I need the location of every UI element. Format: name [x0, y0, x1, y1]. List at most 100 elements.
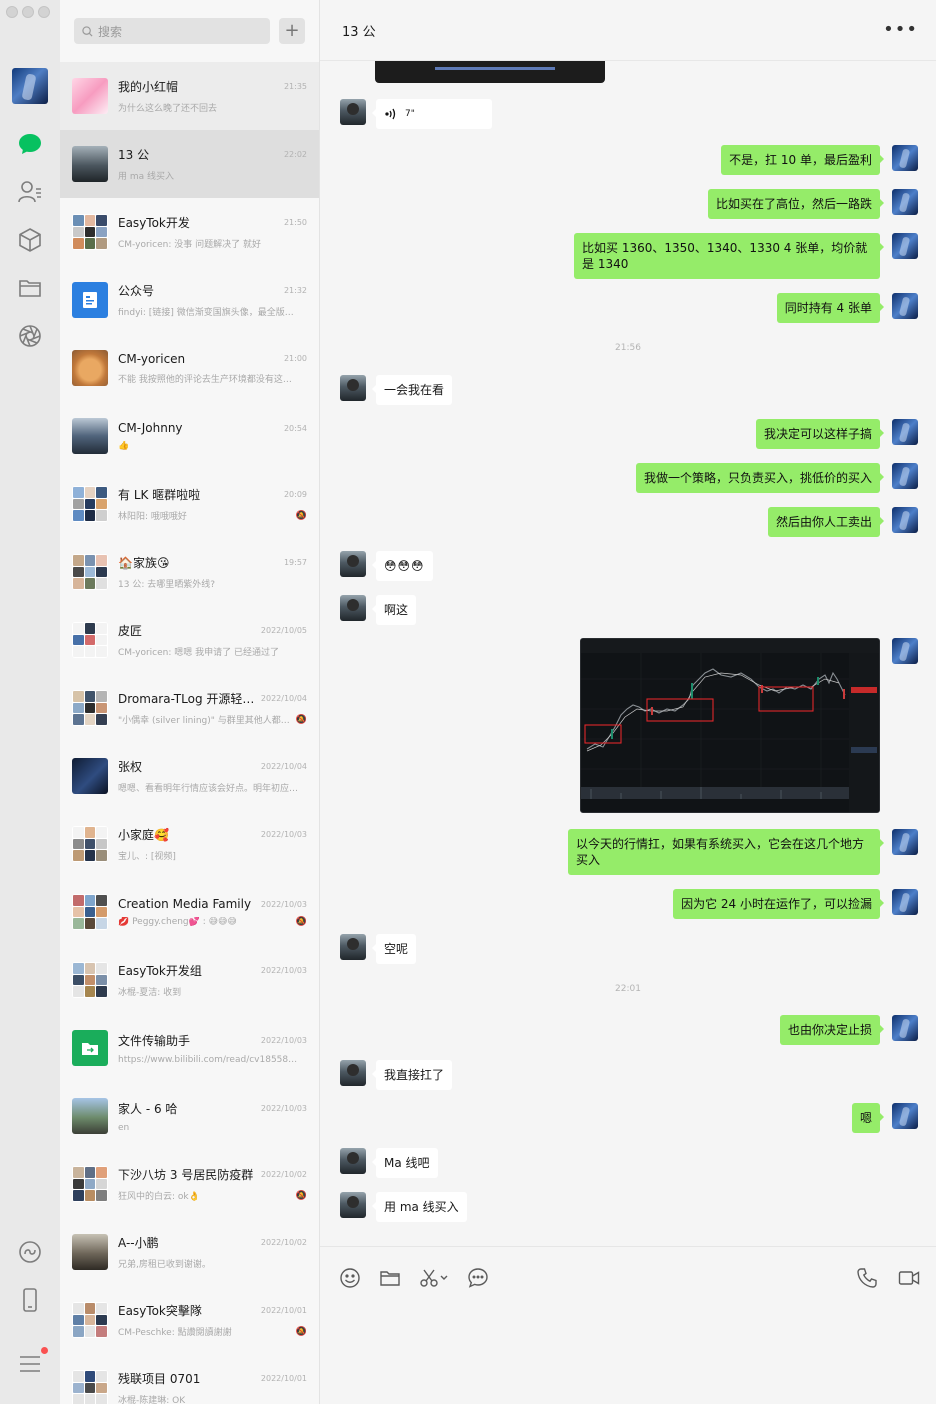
chat-item[interactable]: Dromara-TLog 开源轻量… 2022/10/04 "小偶幸 (silve… [60, 674, 319, 742]
chat-item-selected[interactable]: 13 公 22:02 用 ma 线买入 [60, 130, 319, 198]
chat-item[interactable]: Creation Media Family 2022/10/03 💋 Peggy.… [60, 878, 319, 946]
message-bubble[interactable]: 比如买在了高位，然后一路跌 [707, 189, 885, 219]
official-accounts-icon [72, 282, 108, 318]
emoji-icon[interactable] [337, 1265, 363, 1291]
message-bubble[interactable]: 以今天的行情扛，如果有系统买入，它会在这几个地方买入 [568, 829, 884, 875]
chat-bubble-icon[interactable] [465, 1265, 491, 1291]
my-avatar-small[interactable] [892, 829, 918, 855]
minimize-window-button[interactable] [22, 6, 34, 18]
chat-preview: 兄弟,房租已收到谢谢。 [118, 1260, 211, 1270]
conversation-header: 13 公 ••• [320, 0, 936, 61]
favorites-icon[interactable] [16, 226, 44, 254]
message-bubble[interactable]: 也由你决定止损 [779, 1015, 885, 1045]
chat-item[interactable]: 张权 2022/10/04 嗯嗯、看看明年行情应该会好点。明年初应… [60, 742, 319, 810]
chat-time: 2022/10/03 [260, 1035, 307, 1045]
chat-name: 小家庭🥰 [118, 828, 169, 842]
chat-item[interactable]: EasyTok开发组 2022/10/03 冰棍-夏洁: 收到 [60, 946, 319, 1014]
message-outgoing: 因为它 24 小时在运作了，可以捡漏 [673, 889, 918, 919]
close-window-button[interactable] [6, 6, 18, 18]
my-avatar-small[interactable] [892, 463, 918, 489]
group-avatar [72, 1370, 108, 1404]
my-avatar-small[interactable] [892, 233, 918, 259]
mute-bell-icon: 🔕 [295, 1190, 307, 1201]
video-call-icon[interactable] [896, 1265, 922, 1291]
message-bubble[interactable]: Ma 线吧 [372, 1148, 438, 1178]
message-bubble[interactable]: 我直接扛了 [371, 1060, 453, 1090]
chat-item[interactable]: EasyTok突擊隊 2022/10/01 CM-Peschke: 點讚閱讀謝謝 🔕 [60, 1286, 319, 1354]
chat-item[interactable]: 文件传输助手 2022/10/03 https://www.bilibili.co… [60, 1014, 319, 1082]
message-bubble[interactable]: 用 ma 线买入 [372, 1192, 467, 1222]
contact-avatar[interactable] [340, 1060, 366, 1086]
contact-avatar[interactable] [340, 99, 366, 125]
search-icon [82, 25, 93, 37]
group-avatar [72, 214, 108, 250]
message-list[interactable]: 7" 不是，扛 10 单，最后盈利 比如买在了高位，然后一路跌 比如买 1360… [320, 61, 936, 1246]
message-bubble[interactable]: 比如买 1360、1350、1340、1330 4 张单，均价就是 1340 [574, 233, 884, 279]
message-bubble[interactable]: 😳😳😳 [372, 551, 433, 581]
chat-item[interactable]: A--小鹏 2022/10/02 兄弟,房租已收到谢谢。 [60, 1218, 319, 1286]
my-avatar-small[interactable] [892, 507, 918, 533]
contact-avatar[interactable] [340, 595, 366, 621]
message-bubble[interactable]: 同时持有 4 张单 [776, 293, 885, 323]
chat-item[interactable]: 🏠家族😘 19:57 13 公: 去哪里晒紫外线? [60, 538, 319, 606]
menu-icon[interactable] [16, 1347, 48, 1378]
message-bubble[interactable]: 然后由你人工卖出 [767, 507, 885, 537]
mini-programs-icon[interactable] [16, 1238, 44, 1266]
chat-item[interactable]: EasyTok开发 21:50 CM-yoricen: 没事 问题解决了 就好 [60, 198, 319, 266]
chat-item[interactable]: 残联项目 0701 2022/10/01 冰棍-陈建琳: OK [60, 1354, 319, 1404]
chat-time: 21:35 [283, 82, 307, 91]
message-bubble[interactable]: 不是，扛 10 单，最后盈利 [721, 145, 884, 175]
contact-avatar[interactable] [340, 1192, 366, 1218]
chat-name: 🏠家族😘 [118, 556, 170, 570]
message-composer[interactable] [320, 1246, 936, 1404]
chat-icon[interactable] [16, 130, 44, 158]
message-bubble[interactable]: 我做一个策略，只负责买入，挑低价的买入 [635, 463, 885, 493]
my-avatar-small[interactable] [892, 419, 918, 445]
message-bubble[interactable]: 啊这 [371, 595, 417, 625]
contacts-icon[interactable] [16, 178, 44, 206]
message-incoming: 我直接扛了 [340, 1060, 453, 1090]
contact-avatar[interactable] [340, 934, 366, 960]
chat-item[interactable]: 家人 - 6 哈 2022/10/03 en [60, 1082, 319, 1150]
chat-item[interactable]: 公众号 21:32 findyi: [链接] 微信渐变国旗头像，最全版本… [60, 266, 319, 334]
search-input[interactable]: 搜索 [74, 18, 270, 44]
message-bubble[interactable]: 嗯 [851, 1103, 885, 1133]
image-message-partial[interactable] [375, 61, 605, 83]
phone-icon[interactable] [16, 1286, 44, 1314]
my-avatar-small[interactable] [892, 145, 918, 171]
phone-call-icon[interactable] [854, 1265, 880, 1291]
chat-list-panel: 搜索 + 我的小红帽 21:35 为什么这么晚了还不回去 13 公 22:02 用 … [60, 0, 320, 1404]
my-avatar[interactable] [12, 68, 48, 104]
files-icon[interactable] [16, 274, 44, 302]
message-bubble[interactable]: 一会我在看 [371, 375, 453, 405]
chat-item[interactable]: CM-yoricen 21:00 不能 我按照他的评论去生产环境都没有这… [60, 334, 319, 402]
start-group-chat-button[interactable]: + [279, 18, 305, 44]
my-avatar-small[interactable] [892, 189, 918, 215]
folder-icon[interactable] [377, 1265, 403, 1291]
contact-avatar[interactable] [340, 375, 366, 401]
message-bubble[interactable]: 因为它 24 小时在运作了，可以捡漏 [673, 889, 884, 919]
chat-item[interactable]: 有 LK 暱群啦啦 20:09 林阳阳: 哦哦哦好 🔕 [60, 470, 319, 538]
contact-avatar[interactable] [340, 1148, 366, 1174]
more-options-button[interactable]: ••• [883, 21, 918, 39]
moments-icon[interactable] [16, 322, 44, 350]
scissors-icon[interactable] [417, 1265, 451, 1291]
chat-preview: 用 ma 线买入 [118, 172, 175, 182]
my-avatar-small[interactable] [892, 1015, 918, 1041]
my-avatar-small[interactable] [892, 638, 918, 664]
contact-avatar[interactable] [340, 551, 366, 577]
chat-item[interactable]: 下沙八坊 3 号居民防疫群 2022/10/02 狂风中的白云: ok👌 🔕 [60, 1150, 319, 1218]
my-avatar-small[interactable] [892, 889, 918, 915]
chat-item[interactable]: 小家庭🥰 2022/10/03 宝儿、: [视频] [60, 810, 319, 878]
chat-item[interactable]: 我的小红帽 21:35 为什么这么晚了还不回去 [60, 62, 319, 130]
voice-bubble[interactable]: 7" [372, 99, 492, 129]
message-bubble[interactable]: 空呢 [371, 934, 417, 964]
zoom-window-button[interactable] [38, 6, 50, 18]
message-bubble[interactable]: 我决定可以这样子搞 [755, 419, 885, 449]
chat-item[interactable]: 皮匠 2022/10/05 CM-yoricen: 嗯嗯 我申请了 已经通过了 [60, 606, 319, 674]
message-outgoing: 然后由你人工卖出 [767, 507, 918, 537]
my-avatar-small[interactable] [892, 1103, 918, 1129]
trading-chart-screenshot[interactable] [580, 638, 880, 813]
my-avatar-small[interactable] [892, 293, 918, 319]
chat-item[interactable]: CM-Johnny 20:54 👍 [60, 402, 319, 470]
